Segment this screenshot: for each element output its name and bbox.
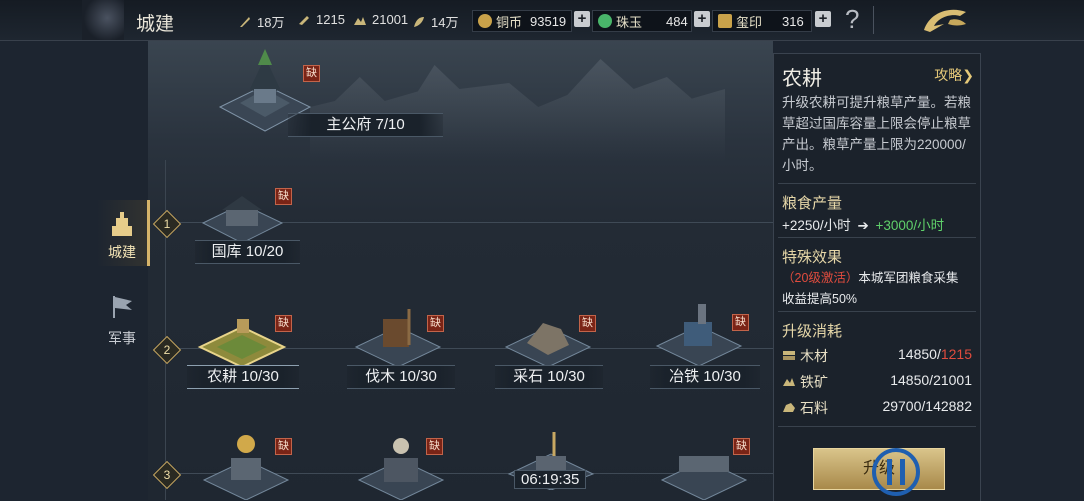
nav-military[interactable]: 军事	[97, 290, 147, 350]
currency-seal: 玺印 316	[712, 10, 812, 32]
building-farming[interactable]: 缺 农耕 10/30	[185, 305, 300, 390]
effect-line-2: 收益提高50%	[782, 292, 858, 306]
building-label: 伐木 10/30	[347, 365, 455, 389]
tower-icon	[112, 212, 132, 236]
building-lumber[interactable]: 缺 伐木 10/30	[345, 305, 460, 390]
add-copper-button[interactable]: +	[574, 11, 590, 27]
building-smelting[interactable]: 缺 冶铁 10/30	[650, 300, 765, 390]
divider	[778, 311, 976, 312]
lack-resource-badge: 缺	[275, 188, 292, 205]
grain-icon	[414, 16, 424, 27]
lack-resource-badge: 缺	[733, 438, 750, 455]
farm-icon	[197, 319, 287, 369]
guide-link[interactable]: 攻略❯	[934, 65, 974, 85]
flag-icon	[113, 296, 132, 318]
stone-icon	[783, 403, 795, 412]
divider	[778, 183, 976, 184]
jade-icon	[598, 14, 612, 28]
main-building[interactable]: 缺 主公府 7/10	[200, 45, 450, 145]
arrow-right-icon: ➔	[857, 218, 869, 233]
resource-horn: 1215	[297, 12, 345, 27]
build-timer: 06:19:35	[514, 470, 587, 489]
building-label: 国库 10/20	[195, 240, 300, 264]
lack-resource-badge: 缺	[427, 315, 444, 332]
cost-row-stone: 石料 29700/142882	[782, 398, 972, 418]
building-label: 采石 10/30	[495, 365, 603, 389]
yield-heading: 粮食产量	[782, 195, 843, 212]
panel-description: 升级农耕可提升粮草产量。若粮草超过国库容量上限会停止粮草产出。粮草产量上限为22…	[782, 95, 971, 173]
building-info-panel: 农耕 攻略❯ 升级农耕可提升粮草产量。若粮草超过国库容量上限会停止粮草产出。粮草…	[773, 53, 981, 501]
divider	[778, 426, 976, 427]
avatar[interactable]	[82, 0, 124, 40]
cost-row-iron: 铁矿 14850/21001	[782, 372, 972, 392]
building-label: 农耕 10/30	[187, 365, 299, 389]
building-tier3-4[interactable]: 缺	[655, 432, 765, 500]
horn-icon	[299, 15, 309, 25]
ore-icon	[354, 16, 366, 25]
building-tier3-2[interactable]: 缺	[350, 430, 460, 500]
lack-resource-badge: 缺	[303, 65, 320, 82]
cost-row-wood: 木材 14850/1215	[782, 346, 972, 366]
iron-icon	[783, 378, 795, 386]
add-jade-button[interactable]: +	[694, 11, 710, 27]
lack-resource-badge: 缺	[275, 315, 292, 332]
wood-icon	[783, 351, 795, 360]
building-treasury[interactable]: 缺 国库 10/20	[195, 180, 310, 265]
yield-values: +2250/小时 ➔ +3000/小时	[782, 218, 945, 233]
building-tier3-3[interactable]: 06:19:35	[500, 430, 610, 500]
top-bar: 城建 18万 1215 21001 14万 铜币 93519 + 珠玉 484 …	[0, 0, 1084, 41]
lack-resource-badge: 缺	[579, 315, 596, 332]
feather-icon	[240, 16, 250, 27]
effect-line: （20级激活）本城军团粮食采集	[782, 271, 959, 285]
copper-coin-icon	[478, 14, 492, 28]
currency-copper: 铜币 93519	[472, 10, 572, 32]
building-label: 冶铁 10/30	[650, 365, 760, 389]
lack-resource-badge: 缺	[732, 314, 749, 331]
resource-grain: 14万	[412, 12, 458, 31]
page-title: 城建	[136, 14, 175, 35]
lack-resource-badge: 缺	[275, 438, 292, 455]
resource-ore: 21001	[353, 12, 408, 27]
back-dragon-icon[interactable]	[920, 4, 972, 36]
building-tier3-1[interactable]: 缺	[195, 432, 305, 500]
effect-heading: 特殊效果	[782, 249, 843, 266]
currency-jade: 珠玉 484	[592, 10, 692, 32]
treasury-icon	[201, 196, 284, 244]
lack-resource-badge: 缺	[426, 438, 443, 455]
add-seal-button[interactable]: +	[815, 11, 831, 27]
chevron-right-icon: ❯	[962, 67, 974, 83]
building-quarry[interactable]: 缺 采石 10/30	[495, 305, 610, 390]
smelter-icon	[655, 304, 743, 367]
watermark-logo-icon	[872, 448, 920, 496]
help-button[interactable]: ?	[845, 4, 859, 35]
nav-city-build[interactable]: 城建	[97, 200, 150, 266]
cost-heading: 升级消耗	[782, 323, 843, 340]
seal-icon	[718, 14, 732, 28]
divider	[778, 237, 976, 238]
building-label: 主公府 7/10	[288, 113, 443, 137]
panel-title: 农耕	[782, 68, 822, 90]
resource-feather: 18万	[238, 12, 284, 31]
divider	[873, 6, 874, 34]
